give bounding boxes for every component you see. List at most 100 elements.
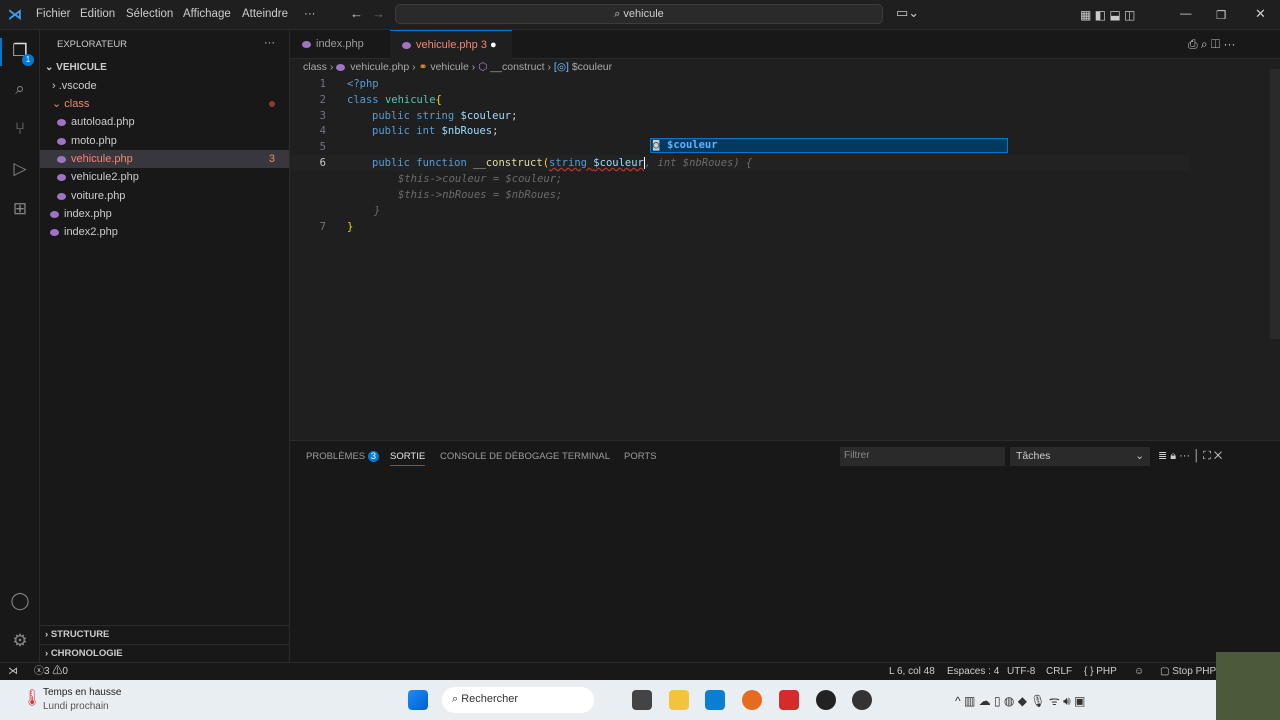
remote-icon[interactable]: ⋊ [8, 663, 18, 680]
forward-arrow-icon[interactable]: → [372, 6, 385, 21]
tab-index-php[interactable]: index.php [290, 30, 393, 59]
folder-vscode[interactable]: › .vscode [40, 77, 289, 95]
breadcrumb-item[interactable]: __construct [490, 61, 544, 73]
menu-edition[interactable]: Edition [80, 8, 115, 20]
tab-terminal[interactable]: TERMINAL [562, 451, 610, 462]
select-value: Tâches [1016, 450, 1051, 462]
tab-sortie[interactable]: SORTIE [390, 451, 426, 466]
command-center-search[interactable]: ⌕ vehicule [395, 4, 883, 24]
scrollbar[interactable] [1270, 69, 1280, 339]
obs-icon[interactable] [816, 690, 836, 710]
code-line: 4 public int $nbRoues; [290, 123, 1190, 139]
code-line-current: 6 public function __construct(string $cou… [290, 155, 1190, 171]
code-line: 3 public string $couleur; [290, 108, 1190, 124]
file-moto[interactable]: moto.php [40, 132, 289, 150]
line-number: 4 [319, 125, 326, 137]
menu-atteindre[interactable]: Atteindre [242, 8, 288, 20]
file-vehicule[interactable]: vehicule.php 3 [40, 150, 289, 168]
copilot-icon[interactable]: ☺ [1134, 663, 1144, 680]
taskbar-search[interactable]: ⌕ Rechercher [442, 687, 594, 713]
file-vehicule2[interactable]: vehicule2.php [40, 168, 289, 186]
panel-actions-icon[interactable]: ≣ 🔒︎ ··· │ ⛶ ✕ [1158, 449, 1222, 463]
cursor-position[interactable]: L 6, col 48 [889, 663, 935, 680]
menu-selection[interactable]: Sélection [126, 8, 173, 20]
php-file-icon [57, 192, 66, 200]
explorer-badge: 1 [22, 54, 34, 66]
stop-php-server[interactable]: ▢ Stop PHP [1160, 663, 1216, 680]
code-text: $couleur [593, 157, 645, 169]
task-view-icon[interactable] [632, 690, 652, 710]
ghost-line: $this->couleur = $couleur; [290, 171, 1190, 187]
copilot-chat-icon[interactable]: ▭⌄ [896, 5, 919, 21]
autocomplete-suggestion[interactable]: ◙ $couleur [650, 138, 1008, 153]
folder-class[interactable]: ⌄ class [40, 95, 289, 113]
editor-tabs: index.php vehicule.php 3 ● ⎙ ⌕ ◫ ··· [290, 30, 1280, 59]
vscode-taskbar-icon[interactable] [705, 690, 725, 710]
weather-title[interactable]: Temps en hausse [43, 687, 121, 698]
menu-fichier[interactable]: Fichier [36, 8, 71, 20]
section-chronologie[interactable]: › CHRONOLOGIE [40, 644, 289, 662]
tab-problemes[interactable]: PROBLÈMES 3 [306, 451, 380, 462]
wps-icon[interactable] [779, 690, 799, 710]
status-bar: ⋊ ⓧ3 ⚠0 L 6, col 48 Espaces : 4 UTF-8 CR… [0, 662, 1280, 680]
run-debug-icon[interactable]: ▷ [9, 158, 31, 180]
menu-more[interactable]: ··· [304, 8, 316, 20]
more-actions-button[interactable]: ··· [264, 37, 275, 49]
source-control-icon[interactable]: ⑂ [9, 118, 31, 140]
file-explorer-icon[interactable] [669, 690, 689, 710]
code-editor[interactable]: class › vehicule.php › ⚭ vehicule › ⬡ __… [290, 59, 1280, 440]
layout-controls-icon[interactable]: ▦ ◧ ⬓ ◫ [1080, 8, 1135, 22]
line-number: 2 [319, 94, 326, 106]
line-number: 6 [319, 157, 326, 169]
breadcrumb-item[interactable]: $couleur [572, 61, 612, 73]
problems-status[interactable]: ⓧ3 ⚠0 [34, 663, 68, 680]
ghost-text: , int $nbRoues) { [644, 157, 753, 169]
settings-gear-icon[interactable]: ⚙ [9, 630, 31, 652]
output-channel-select[interactable]: Tâches ⌄ [1010, 447, 1150, 466]
code-text: ; [492, 125, 499, 137]
breadcrumb-item[interactable]: class [303, 61, 327, 73]
file-voiture[interactable]: voiture.php [40, 187, 289, 205]
chevron-down-icon: ⌄ [1135, 450, 1144, 462]
tab-console[interactable]: CONSOLE DE DÉBOGAGE [440, 451, 559, 462]
activity-bar: ❐ 1 ⌕ ⑂ ▷ ⊞ ◯ ⚙ [0, 30, 40, 662]
system-tray-icons[interactable]: ^ ▥ ☁ ▯ ◍ ◆ 🎙︎ ᯤ 🔊︎ ▣ [955, 692, 1085, 709]
account-icon[interactable]: ◯ [9, 590, 31, 612]
indentation[interactable]: Espaces : 4 [947, 663, 999, 680]
search-icon: ⌕ [452, 693, 462, 705]
line-ending[interactable]: CRLF [1046, 663, 1072, 680]
encoding[interactable]: UTF-8 [1007, 663, 1035, 680]
file-autoload[interactable]: autoload.php [40, 113, 289, 131]
media-player-icon[interactable] [852, 690, 872, 710]
code-line: 1 <?php [290, 76, 1190, 92]
explorer-title: EXPLORATEUR [57, 39, 128, 50]
start-button[interactable] [408, 690, 428, 710]
breadcrumb-item[interactable]: vehicule.php [350, 61, 409, 73]
extensions-icon[interactable]: ⊞ [9, 198, 31, 220]
breadcrumb-item[interactable]: vehicule [430, 61, 469, 73]
code-text: } [347, 221, 354, 233]
tab-ports[interactable]: PORTS [624, 451, 657, 462]
vscode-logo-icon: ⋊ [8, 6, 22, 22]
file-index[interactable]: index.php [40, 205, 289, 223]
workspace-root[interactable]: ⌄ VEHICULE [40, 59, 289, 77]
filter-input[interactable]: Filtrer [840, 447, 1005, 466]
line-number: 5 [319, 141, 326, 153]
close-button[interactable]: ✕ [1255, 6, 1266, 22]
stop-label: Stop PHP [1172, 666, 1217, 677]
minimize-button[interactable]: — [1180, 8, 1192, 20]
back-arrow-icon[interactable]: ← [350, 6, 363, 21]
section-structure[interactable]: › STRUCTURE [40, 625, 289, 643]
class-icon: ⚭ [418, 61, 428, 73]
tab-vehicule-php[interactable]: vehicule.php 3 ● [390, 30, 512, 59]
search-icon[interactable]: ⌕ [9, 78, 31, 100]
breadcrumb: class › vehicule.php › ⚭ vehicule › ⬡ __… [303, 61, 613, 73]
menu-affichage[interactable]: Affichage [183, 8, 231, 20]
file-index2[interactable]: index2.php [40, 223, 289, 241]
editor-actions-icon[interactable]: ⎙ ⌕ ◫ ··· [1188, 37, 1235, 52]
firefox-icon[interactable] [742, 690, 762, 710]
line-number: 7 [319, 221, 326, 233]
restore-button[interactable]: ❐ [1216, 8, 1226, 22]
language-mode[interactable]: { } PHP [1084, 663, 1117, 680]
unsaved-dot-icon[interactable]: ● [490, 39, 497, 51]
